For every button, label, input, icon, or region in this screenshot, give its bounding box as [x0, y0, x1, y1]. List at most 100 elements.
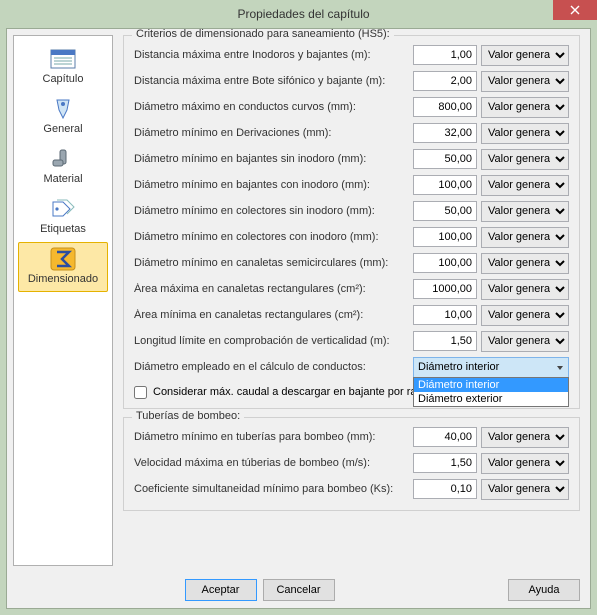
value-input[interactable] [413, 253, 477, 273]
considerar-checkbox[interactable] [134, 386, 147, 399]
scope-combo[interactable]: Valor general [481, 201, 569, 222]
sidebar-label: Etiquetas [19, 223, 107, 235]
scope-combo[interactable]: Valor general [481, 149, 569, 170]
group-legend: Tuberías de bombeo: [132, 410, 244, 422]
checkbox-label: Considerar máx. caudal a descargar en ba… [153, 386, 434, 398]
field-label: Diámetro empleado en el cálculo de condu… [134, 361, 413, 373]
chevron-down-icon [556, 363, 564, 375]
group-bombeo: Tuberías de bombeo: Diámetro mínimo en t… [123, 417, 580, 511]
scope-combo[interactable]: Valor general [481, 227, 569, 248]
sigma-icon [47, 247, 79, 271]
value-input[interactable] [413, 123, 477, 143]
field-row: Diámetro máximo en conductos curvos (mm)… [134, 96, 569, 118]
field-row: Diámetro mínimo en colectores sin inodor… [134, 200, 569, 222]
sidebar-label: Capítulo [19, 73, 107, 85]
value-input[interactable] [413, 305, 477, 325]
field-row: Área máxima en canaletas rectangulares (… [134, 278, 569, 300]
value-input[interactable] [413, 175, 477, 195]
scope-combo[interactable]: Valor general [481, 427, 569, 448]
field-label: Diámetro mínimo en bajantes con inodoro … [134, 179, 413, 191]
field-label: Diámetro mínimo en tuberías para bombeo … [134, 431, 413, 443]
field-row: Diámetro mínimo en tuberías para bombeo … [134, 426, 569, 448]
content-pane: Criterios de dimensionado para saneamien… [113, 29, 590, 572]
scope-combo[interactable]: Valor general [481, 305, 569, 326]
value-input[interactable] [413, 331, 477, 351]
sidebar-label: General [19, 123, 107, 135]
value-input[interactable] [413, 453, 477, 473]
dropdown-option[interactable]: Diámetro interior [414, 378, 568, 392]
scope-combo[interactable]: Valor general [481, 97, 569, 118]
tags-icon [47, 197, 79, 221]
value-input[interactable] [413, 149, 477, 169]
field-row: Longitud límite en comprobación de verti… [134, 330, 569, 352]
general-icon [47, 97, 79, 121]
material-icon [47, 147, 79, 171]
scope-combo[interactable]: Valor general [481, 123, 569, 144]
value-input[interactable] [413, 45, 477, 65]
sidebar-item-material[interactable]: Material [18, 142, 108, 192]
field-label: Velocidad máxima en túberias de bombeo (… [134, 457, 413, 469]
sidebar-item-capitulo[interactable]: Capítulo [18, 42, 108, 92]
field-row: Diámetro mínimo en colectores con inodor… [134, 226, 569, 248]
field-label: Coeficiente simultaneidad mínimo para bo… [134, 483, 413, 495]
value-input[interactable] [413, 97, 477, 117]
scope-combo[interactable]: Valor general [481, 71, 569, 92]
field-label: Diámetro máximo en conductos curvos (mm)… [134, 101, 413, 113]
main-area: Capítulo General Material Etiquetas [7, 29, 590, 572]
value-input[interactable] [413, 279, 477, 299]
field-label: Diámetro mínimo en canaletas semicircula… [134, 257, 413, 269]
field-label: Diámetro mínimo en Derivaciones (mm): [134, 127, 413, 139]
field-row: Diámetro mínimo en bajantes sin inodoro … [134, 148, 569, 170]
close-icon [570, 5, 580, 15]
value-input[interactable] [413, 201, 477, 221]
scope-combo[interactable]: Valor general [481, 331, 569, 352]
value-input[interactable] [413, 71, 477, 91]
field-label: Diámetro mínimo en colectores con inodor… [134, 231, 413, 243]
field-label: Distancia máxima entre Bote sifónico y b… [134, 75, 413, 87]
sidebar-item-general[interactable]: General [18, 92, 108, 142]
field-row: Distancia máxima entre Inodoros y bajant… [134, 44, 569, 66]
field-row: Diámetro mínimo en Derivaciones (mm): Val… [134, 122, 569, 144]
value-input[interactable] [413, 427, 477, 447]
field-row: Velocidad máxima en túberias de bombeo (… [134, 452, 569, 474]
field-row: Distancia máxima entre Bote sifónico y b… [134, 70, 569, 92]
field-row: Diámetro mínimo en canaletas semicircula… [134, 252, 569, 274]
row-diametro-calculo: Diámetro empleado en el cálculo de condu… [134, 356, 569, 378]
cancel-button[interactable]: Cancelar [263, 579, 335, 601]
value-input[interactable] [413, 479, 477, 499]
value-input[interactable] [413, 227, 477, 247]
scope-combo[interactable]: Valor general [481, 175, 569, 196]
titlebar: Propiedades del capítulo [0, 0, 597, 28]
sidebar-label: Material [19, 173, 107, 185]
group-legend: Criterios de dimensionado para saneamien… [132, 29, 394, 40]
ok-button[interactable]: Aceptar [185, 579, 257, 601]
button-bar: Aceptar Cancelar Ayuda [7, 572, 590, 608]
field-label: Área máxima en canaletas rectangulares (… [134, 283, 413, 295]
window-title: Propiedades del capítulo [10, 7, 597, 21]
help-button[interactable]: Ayuda [508, 579, 580, 601]
field-row: Coeficiente simultaneidad mínimo para bo… [134, 478, 569, 500]
close-button[interactable] [553, 0, 597, 20]
group-hs5: Criterios de dimensionado para saneamien… [123, 35, 580, 409]
scope-combo[interactable]: Valor general [481, 479, 569, 500]
field-label: Distancia máxima entre Inodoros y bajant… [134, 49, 413, 61]
dropdown-option[interactable]: Diámetro exterior [414, 392, 568, 406]
scope-combo[interactable]: Valor general [481, 279, 569, 300]
field-label: Diámetro mínimo en bajantes sin inodoro … [134, 153, 413, 165]
diametro-dropdown: Diámetro interior Diámetro exterior [413, 377, 569, 407]
sidebar-item-dimensionado[interactable]: Dimensionado [18, 242, 108, 292]
field-row: Diámetro mínimo en bajantes con inodoro … [134, 174, 569, 196]
chapter-icon [47, 47, 79, 71]
field-label: Área mínima en canaletas rectangulares (… [134, 309, 413, 321]
field-label: Longitud límite en comprobación de verti… [134, 335, 413, 347]
field-row: Área mínima en canaletas rectangulares (… [134, 304, 569, 326]
sidebar-item-etiquetas[interactable]: Etiquetas [18, 192, 108, 242]
scope-combo[interactable]: Valor general [481, 253, 569, 274]
client-area: Capítulo General Material Etiquetas [6, 28, 591, 609]
nav-sidebar: Capítulo General Material Etiquetas [13, 35, 113, 566]
scope-combo[interactable]: Valor general [481, 453, 569, 474]
sidebar-label: Dimensionado [19, 273, 107, 285]
combo-value: Diámetro interior [418, 361, 499, 373]
diametro-combo[interactable]: Diámetro interior Diámetro interior Diám… [413, 357, 569, 378]
scope-combo[interactable]: Valor general [481, 45, 569, 66]
